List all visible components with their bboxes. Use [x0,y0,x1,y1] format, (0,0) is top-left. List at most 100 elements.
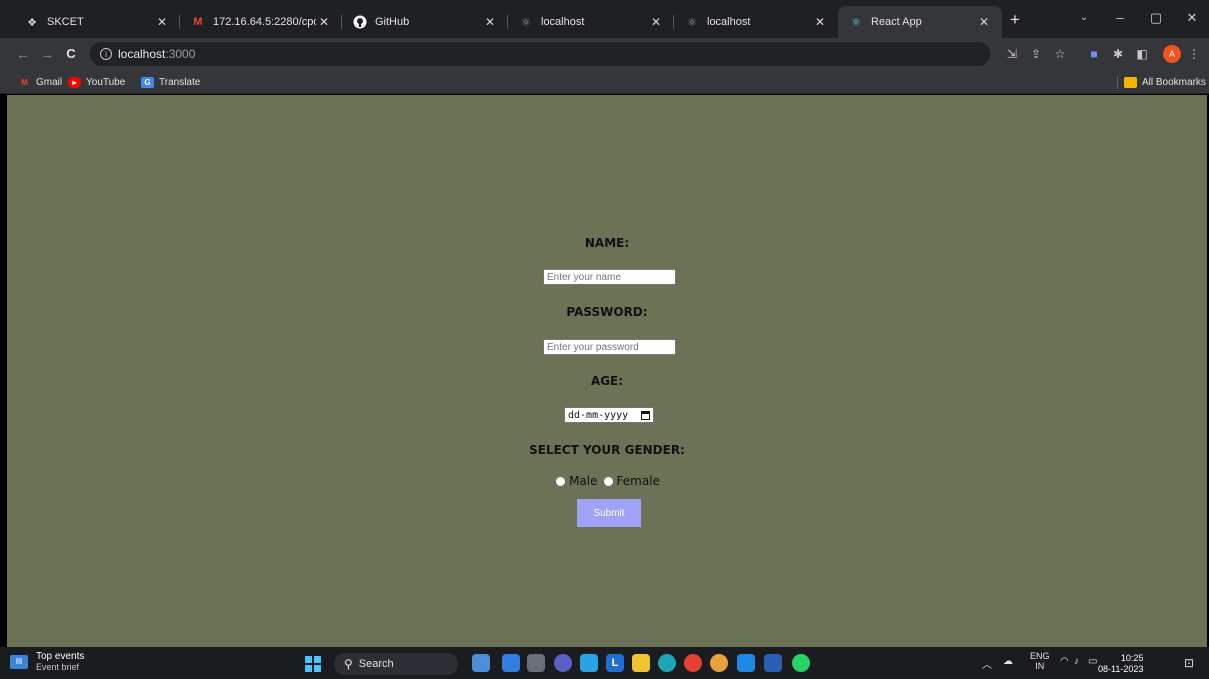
mail-icon[interactable] [580,654,598,672]
extension-icon[interactable]: ■ [1085,45,1103,63]
tab-title: React App [871,16,922,28]
widget-subtitle: Event brief [36,662,80,672]
back-button[interactable]: ← [12,43,34,65]
bookmark-youtube[interactable]: ▸ YouTube [68,73,125,91]
password-label: PASSWORD: [566,305,648,319]
bookmark-label: Gmail [36,76,63,88]
teams-icon[interactable] [554,654,572,672]
submit-button[interactable]: Submit [577,499,641,527]
forward-button[interactable]: → [36,43,58,65]
close-icon[interactable]: ✕ [316,15,332,29]
bookmark-gmail[interactable]: M Gmail [18,73,62,91]
share-icon[interactable]: ⇪ [1027,45,1045,63]
all-bookmarks[interactable]: All Bookmarks [1124,73,1206,91]
tab-title: GitHub [375,16,410,28]
reload-button[interactable]: C [60,43,82,65]
close-window-button[interactable]: ✕ [1174,6,1209,30]
all-bookmarks-label: All Bookmarks [1142,76,1206,88]
clock[interactable]: 10:25 08-11-2023 [1098,653,1143,675]
female-label: Female [616,474,660,488]
tab-title: localhost [541,16,585,28]
wifi-icon[interactable]: ◠ [1060,656,1069,667]
side-panel-icon[interactable]: ◧ [1133,45,1151,63]
name-input[interactable] [543,269,676,285]
clock-date: 08-11-2023 [1098,664,1144,674]
bookmark-label: Translate [159,76,201,88]
bookmark-star-icon[interactable]: ☆ [1051,45,1069,63]
gmail-icon: M [193,16,203,28]
react-icon: ⚛ [521,16,531,29]
search-icon: ⚲ [344,657,353,671]
new-tab-button[interactable]: + [1004,9,1026,31]
restore-button[interactable]: ▢ [1138,6,1174,30]
volume-icon[interactable]: ♪ [1074,656,1079,667]
whatsapp-icon[interactable] [792,654,810,672]
registration-form: NAME: PASSWORD: AGE: dd-mm-yyyy SELECT Y… [7,95,1207,647]
close-icon[interactable]: ✕ [648,15,664,29]
tab-react-app[interactable]: ⚛ React App ✕ [838,6,1002,38]
close-icon[interactable]: ✕ [482,15,498,29]
tab-skcet[interactable]: ❖ SKCET ✕ [14,6,180,38]
female-radio[interactable] [603,476,613,486]
word-l-icon[interactable]: L [606,654,624,672]
app-icon[interactable] [527,654,545,672]
taskbar-search[interactable]: ⚲ Search [334,653,458,675]
tab-localhost-2[interactable]: ⚛ localhost ✕ [674,6,838,38]
male-radio[interactable] [556,476,566,486]
site-info-icon[interactable]: i [100,48,112,60]
language-code: ENG [1030,651,1050,661]
edge-icon[interactable] [658,654,676,672]
battery-icon[interactable]: ▭ [1088,656,1097,667]
vscode-icon[interactable] [737,654,755,672]
widgets-button[interactable]: ▤ Top events Event brief [10,651,84,672]
age-date-input[interactable]: dd-mm-yyyy [564,407,654,423]
skcet-icon: ❖ [27,16,37,29]
address-bar[interactable]: i localhost :3000 [90,42,990,66]
minimize-button[interactable]: – [1102,6,1138,30]
react-icon: ⚛ [687,16,697,29]
tab-github[interactable]: GitHub ✕ [342,6,508,38]
menu-icon[interactable]: ⋮ [1185,45,1203,63]
tab-title: 172.16.64.5:2280/cportal/i [213,16,316,28]
file-explorer-icon[interactable] [632,654,650,672]
chrome-icon[interactable] [684,654,702,672]
browser-tab-strip: ❖ SKCET ✕ M 172.16.64.5:2280/cportal/i ✕… [0,0,1209,38]
notification-icon[interactable]: ⊡ [1184,656,1194,670]
word-icon[interactable] [764,654,782,672]
install-app-icon[interactable]: ⇲ [1003,45,1021,63]
windows-taskbar: ▤ Top events Event brief ⚲ Search L ︿ ☁ … [0,647,1209,679]
widgets-icon: ▤ [10,654,28,669]
tab-title: SKCET [47,16,84,28]
extensions-puzzle-icon[interactable]: ✱ [1109,45,1127,63]
bookmark-translate[interactable]: G Translate [141,73,200,91]
address-host: localhost [118,47,166,61]
cloud-icon[interactable]: ☁ [1003,656,1013,667]
gender-label: SELECT YOUR GENDER: [529,443,685,457]
profile-avatar[interactable]: A [1163,45,1181,63]
page-viewport: NAME: PASSWORD: AGE: dd-mm-yyyy SELECT Y… [7,95,1207,647]
chrome-profile-icon[interactable] [710,654,728,672]
bookmarks-bar: M Gmail ▸ YouTube G Translate All Bookma… [0,70,1209,94]
github-icon [352,14,368,30]
react-icon: ⚛ [851,16,861,29]
age-label: AGE: [590,374,624,388]
close-icon[interactable]: ✕ [976,15,992,29]
language-indicator[interactable]: ENG IN [1030,651,1050,671]
translate-icon: G [141,76,154,88]
region-code: IN [1035,661,1045,671]
tab-cportal[interactable]: M 172.16.64.5:2280/cportal/i ✕ [180,6,342,38]
tab-search-icon[interactable]: ⌄ [1066,6,1102,30]
show-hidden-icons[interactable]: ︿ [982,656,992,671]
start-button[interactable] [305,656,321,672]
browser-toolbar: ← → C i localhost :3000 ⇲ ⇪ ☆ ■ ✱ ◧ ⋮ [0,38,1209,70]
calendar-icon[interactable] [641,410,650,420]
task-view-icon[interactable] [472,654,490,672]
close-icon[interactable]: ✕ [812,15,828,29]
close-icon[interactable]: ✕ [154,15,170,29]
paint-icon[interactable] [502,654,520,672]
password-input[interactable] [543,339,676,355]
address-port: :3000 [165,47,196,61]
tab-localhost-1[interactable]: ⚛ localhost ✕ [508,6,674,38]
youtube-icon: ▸ [68,76,81,88]
clock-time: 10:25 [1120,653,1144,663]
